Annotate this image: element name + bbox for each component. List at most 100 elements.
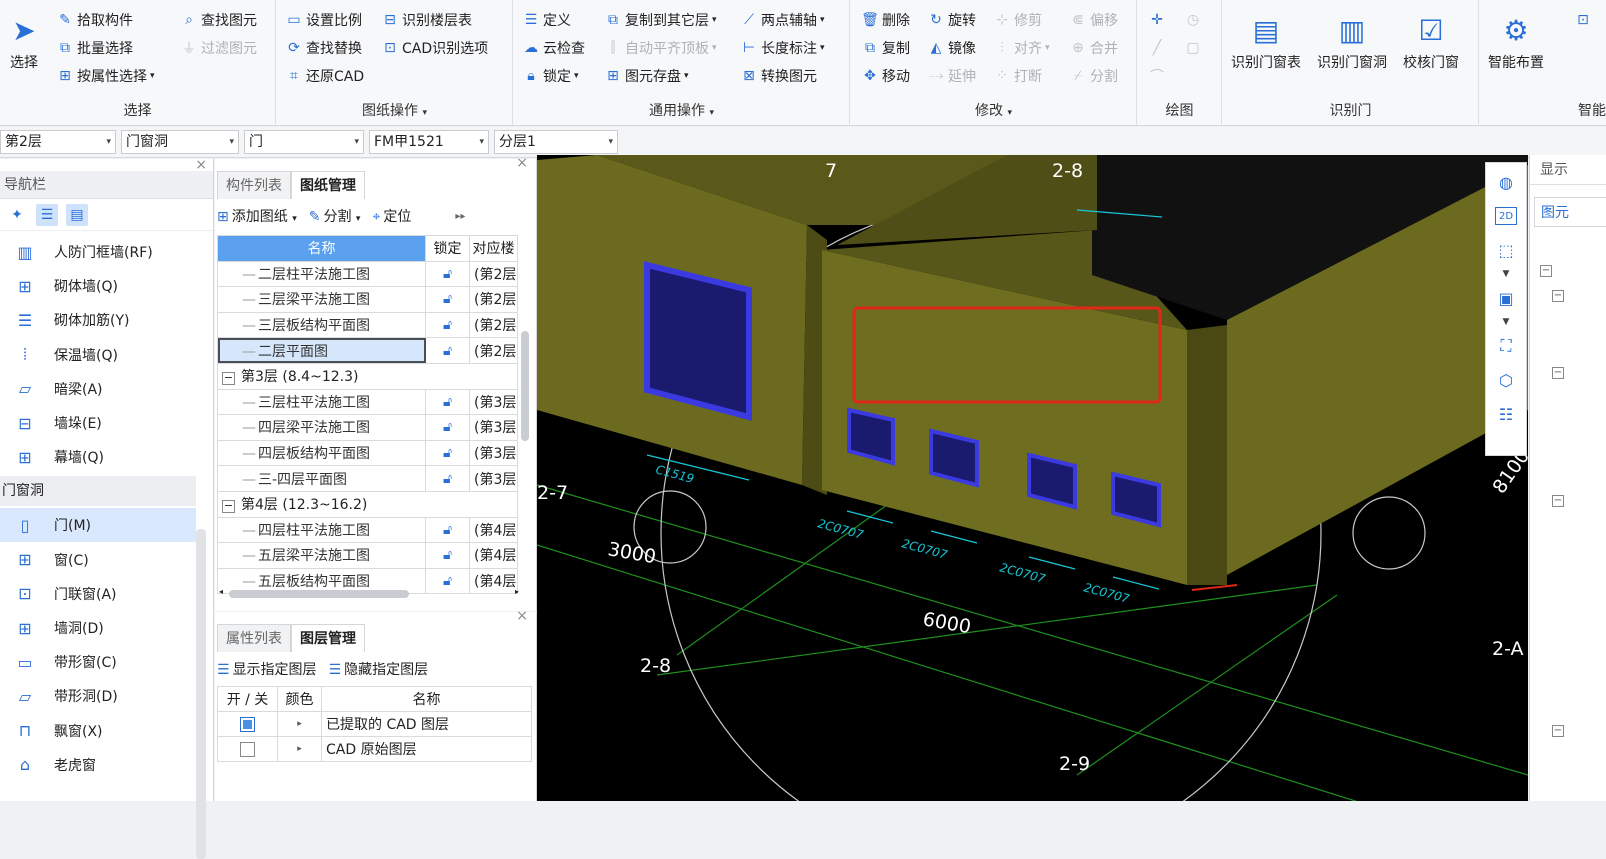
floor-group-cell[interactable]: − 第3层 (8.4~12.3) bbox=[217, 362, 518, 390]
close-icon[interactable]: × bbox=[516, 608, 528, 624]
show-layer-button[interactable]: ☰ 显示指定图层 bbox=[217, 659, 317, 679]
nav-category[interactable]: 门窗洞 bbox=[0, 476, 196, 507]
nav-item[interactable]: ⦙ 保温墙(Q) bbox=[0, 338, 196, 372]
auto-align-slab-button[interactable]: ⫿ 自动平齐顶板 ▾ bbox=[604, 36, 717, 60]
tab-component-list[interactable]: 构件列表 bbox=[217, 171, 291, 199]
batch-select-button[interactable]: ⧉ 批量选择 bbox=[56, 36, 133, 60]
nav-item[interactable]: ▥ 人防门框墙(RF) bbox=[0, 235, 196, 269]
save-element-button[interactable]: ⊞ 图元存盘 ▾ bbox=[604, 64, 688, 88]
add-drawing-button[interactable]: ⊞ 添加图纸 ▾ bbox=[217, 206, 297, 226]
circle-draw-button[interactable]: ◷ bbox=[1184, 8, 1205, 32]
set-scale-button[interactable]: ▭ 设置比例 bbox=[285, 8, 362, 32]
floor-group-cell[interactable]: − 第4层 (12.3~16.2) bbox=[217, 490, 518, 518]
drawing-name-cell[interactable]: — 五层梁平法施工图 bbox=[217, 542, 426, 569]
drawing-name-cell[interactable]: — 二层平面图 bbox=[217, 337, 426, 364]
restore-cad-button[interactable]: ⌗ 还原CAD bbox=[285, 64, 364, 88]
align-button[interactable]: ⫶ 对齐 ▾ bbox=[993, 36, 1049, 60]
drawing-name-cell[interactable]: — 三层板结构平面图 bbox=[217, 311, 426, 339]
select-by-attr-button[interactable]: ⊞ 按属性选择 ▾ bbox=[56, 64, 154, 88]
col-floor[interactable]: 对应楼 bbox=[469, 235, 518, 262]
cloud-check-button[interactable]: ☁ 云检查 bbox=[522, 36, 585, 60]
floor-combo[interactable]: 第2层 ▾ bbox=[0, 130, 116, 154]
point-draw-button[interactable]: ✛ bbox=[1148, 8, 1169, 32]
mirror-button[interactable]: ◭ 镜像 bbox=[927, 36, 976, 60]
expand-toggle[interactable]: − bbox=[1552, 290, 1564, 302]
box-view-icon[interactable]: ⬚ bbox=[1491, 235, 1521, 265]
model-canvas[interactable]: 2-8 7 2-7 2-8 2-9 2-A 8100 3000 6000 C15… bbox=[537, 155, 1528, 801]
rotate-button[interactable]: ↻ 旋转 bbox=[927, 8, 976, 32]
drawing-name-cell[interactable]: — 四层柱平法施工图 bbox=[217, 516, 426, 544]
component-combo[interactable]: FM甲1521 ▾ bbox=[369, 130, 489, 154]
category-combo[interactable]: 门窗洞 ▾ bbox=[121, 130, 239, 154]
lock-icon[interactable]: 🔓︎ bbox=[425, 311, 470, 339]
table-row[interactable]: — 二层柱平法施工图 🔓︎ (第2层 bbox=[217, 260, 518, 288]
col-lock[interactable]: 锁定 bbox=[425, 235, 470, 262]
layer-view-icon[interactable]: ☷ bbox=[1491, 399, 1521, 429]
recognize-floor-table-button[interactable]: ⊟ 识别楼层表 bbox=[381, 8, 472, 32]
expand-icon[interactable]: ▸ bbox=[277, 736, 322, 762]
nav-item[interactable]: ⊞ 墙洞(D) bbox=[0, 611, 196, 645]
filter-element-button[interactable]: ⏚ 过滤图元 bbox=[180, 36, 257, 60]
view-2d-icon[interactable]: 2D bbox=[1495, 207, 1517, 225]
rect-draw-button[interactable]: ▢ bbox=[1184, 36, 1205, 60]
select-button[interactable]: ➤ 选择 bbox=[6, 8, 42, 72]
nav-item[interactable]: ⌂ 老虎窗 bbox=[0, 748, 196, 782]
pin-icon[interactable]: ✦ bbox=[6, 204, 28, 226]
solid-box-icon[interactable]: ▣ bbox=[1491, 283, 1521, 313]
col-name[interactable]: 名称 bbox=[217, 235, 426, 262]
more-icon[interactable]: ▸▸ bbox=[455, 211, 465, 222]
expand-toggle[interactable]: − bbox=[1540, 265, 1552, 277]
chevron-down-icon[interactable]: ▼ bbox=[1491, 269, 1521, 279]
tab-property-list[interactable]: 属性列表 bbox=[217, 624, 291, 652]
table-row[interactable]: — 三层梁平法施工图 🔓︎ (第2层 bbox=[217, 286, 518, 313]
detail-view-icon[interactable]: ▤ bbox=[66, 203, 88, 226]
table-row[interactable]: — 四层板结构平面图 🔓︎ (第3层 bbox=[217, 439, 518, 467]
expand-toggle[interactable]: − bbox=[1552, 725, 1564, 737]
delete-button[interactable]: 🗑︎ 删除 bbox=[861, 8, 910, 32]
drawing-name-cell[interactable]: — 四层梁平法施工图 bbox=[217, 414, 426, 441]
recognize-door-opening-button[interactable]: ▥ 识别门窗洞 bbox=[1317, 8, 1387, 72]
nav-item[interactable]: ⊟ 墙垛(E) bbox=[0, 406, 196, 440]
table-row[interactable]: — 二层平面图 🔓︎ (第2层 bbox=[217, 337, 518, 364]
nav-item[interactable]: ▯ 门(M) bbox=[0, 508, 196, 543]
drawing-name-cell[interactable]: — 三层柱平法施工图 bbox=[217, 388, 426, 416]
smart-layout-button[interactable]: ⚙ 智能布置 bbox=[1488, 8, 1544, 72]
arc-draw-button[interactable]: ⌒ bbox=[1148, 64, 1169, 88]
drawing-name-cell[interactable]: — 四层板结构平面图 bbox=[217, 439, 426, 467]
drawing-name-cell[interactable]: — 二层柱平法施工图 bbox=[217, 260, 426, 288]
split-drawing-button[interactable]: ✎ 分割 ▾ bbox=[309, 206, 361, 226]
table-row[interactable]: — 四层柱平法施工图 🔓︎ (第4层 bbox=[217, 516, 518, 544]
cad-options-button[interactable]: ⊡ CAD识别选项 bbox=[381, 36, 488, 60]
layer-row[interactable]: ▸ 已提取的 CAD 图层 bbox=[217, 711, 532, 737]
chevron-down-icon[interactable]: ▼ bbox=[1491, 317, 1521, 327]
lock-icon[interactable]: 🔓︎ bbox=[425, 542, 470, 569]
lock-icon[interactable]: 🔓︎ bbox=[425, 465, 470, 492]
move-button[interactable]: ✥ 移动 bbox=[861, 64, 910, 88]
layer-toggle-checkbox[interactable] bbox=[240, 741, 255, 757]
tab-elements[interactable]: 图元 bbox=[1534, 197, 1606, 227]
lock-icon[interactable]: 🔓︎ bbox=[425, 516, 470, 544]
list-view-icon[interactable]: ☰ bbox=[36, 203, 58, 226]
find-replace-button[interactable]: ⟳ 查找替换 bbox=[285, 36, 362, 60]
two-point-axis-button[interactable]: ⟋ 两点辅轴 ▾ bbox=[740, 8, 824, 32]
nav-item[interactable]: ☰ 砌体加筋(Y) bbox=[0, 303, 196, 337]
cube-select-icon[interactable]: ⬡ bbox=[1491, 365, 1521, 395]
nav-item[interactable]: ⊞ 幕墙(Q) bbox=[0, 440, 196, 474]
lock-icon[interactable]: 🔓︎ bbox=[425, 260, 470, 288]
verify-door-button[interactable]: ☑ 校核门窗 bbox=[1403, 8, 1459, 72]
nav-item[interactable]: ⊡ 门联窗(A) bbox=[0, 577, 196, 611]
find-element-button[interactable]: ⌕ 查找图元 bbox=[180, 8, 257, 32]
table-row[interactable]: − 第4层 (12.3~16.2) bbox=[217, 490, 518, 518]
split-button[interactable]: ⌿ 分割 bbox=[1069, 64, 1118, 88]
orbit-icon[interactable]: ◍ bbox=[1491, 167, 1521, 197]
layer-toggle-checkbox[interactable] bbox=[240, 716, 255, 732]
drawing-hscroll[interactable]: ◂ ▸ bbox=[219, 587, 519, 599]
hide-layer-button[interactable]: ☰ 隐藏指定图层 bbox=[329, 659, 429, 679]
drawing-vscroll[interactable] bbox=[521, 331, 529, 441]
locate-button[interactable]: ⌖ 定位 bbox=[372, 206, 411, 226]
3d-viewport[interactable]: 2-8 7 2-7 2-8 2-9 2-A 8100 3000 6000 C15… bbox=[537, 155, 1528, 801]
extend-button[interactable]: ⤍ 延伸 bbox=[927, 64, 976, 88]
length-dim-button[interactable]: ⊢ 长度标注 ▾ bbox=[740, 36, 825, 60]
lock-icon[interactable]: 🔓︎ bbox=[425, 388, 470, 416]
table-row[interactable]: − 第3层 (8.4~12.3) bbox=[217, 362, 518, 390]
